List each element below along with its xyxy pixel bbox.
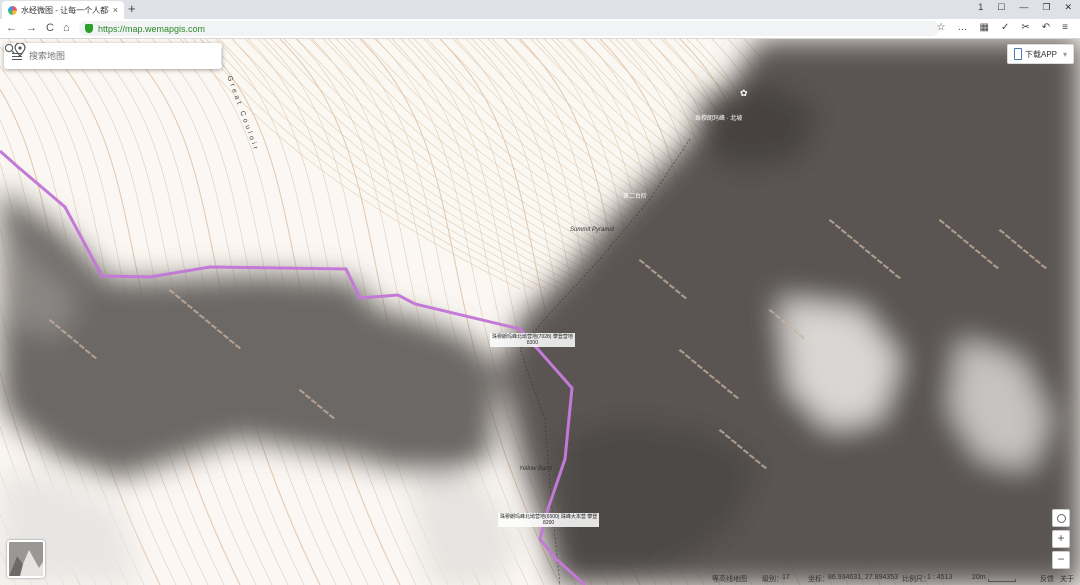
restore-button[interactable]: ❐ [1042,2,1050,13]
location-pin-icon[interactable] [14,43,26,57]
coords-label: 坐标： [808,576,829,583]
locate-icon [1056,514,1066,523]
label-camp-2: 珠穆朗玛峰北坳营地(6500) 珠峰大本营 攀登 8200 [498,513,600,527]
address-bar[interactable]: https://map.wemapgis.com [79,21,939,36]
about-link[interactable]: 关于 [1060,574,1074,584]
map-controls: + − [1052,509,1070,569]
label-yellow-band: Yellow Band [519,466,553,472]
basemap-name[interactable]: 等高线地图 [712,574,747,584]
more-dots-icon[interactable]: … [958,22,968,33]
locate-button[interactable] [1052,509,1070,527]
secure-shield-icon [85,24,93,33]
favorites-icon[interactable]: ✓ [1001,22,1009,33]
camp-2-elevation: 8200 [543,520,555,526]
site-favicon-icon [8,5,17,15]
download-app-button[interactable]: 下载APP ▾ [1007,44,1074,64]
url-text: https://map.wemapgis.com [98,23,206,34]
scale-value: 1 : 4513 [927,574,953,581]
phone-icon [1014,48,1022,60]
window-controls: 1 ☐ — ❐ ✕ [978,2,1072,13]
new-tab-button[interactable]: + [128,1,136,17]
terrain-layer-icon [9,542,43,576]
undo-icon[interactable]: ↶ [1042,22,1050,33]
tab-close-icon[interactable]: × [113,5,118,15]
zoom-in-button[interactable]: + [1052,530,1070,548]
map-render: ✿ [0,39,1080,585]
map-status-bar: 等高线地图 级别： 17 坐标： 86.934631, 27.894353 比例… [0,573,1080,585]
home-button[interactable]: ⌂ [63,21,70,36]
scale-bar-label: 20m [972,574,986,581]
minimize-button[interactable]: — [1019,2,1028,13]
tab-count-icon[interactable]: 1 [978,2,983,13]
bookmark-star-icon[interactable]: ☆ [937,22,946,33]
zoom-out-button[interactable]: − [1052,551,1070,569]
level-label: 级别： [762,576,783,583]
feedback-link[interactable]: 反馈 [1040,574,1054,584]
search-input[interactable] [27,50,221,62]
extensions-grid-icon[interactable]: ▦ [980,22,989,33]
scale-bar [988,579,1016,582]
scale-label: 比例尺： [902,576,930,583]
coords-value: 86.934631, 27.894353 [828,574,899,581]
label-summit-pyramid: Summit Pyramid [570,227,615,233]
label-peak: 珠穆朗玛峰 · 北坡 [695,116,743,122]
browser-menu-icon[interactable]: ≡ [1062,22,1068,33]
scissors-icon[interactable]: ✂ [1021,22,1029,33]
label-ridge: 第二台阶 [623,194,648,200]
close-window-button[interactable]: ✕ [1064,2,1072,13]
forward-button[interactable]: → [26,21,37,36]
browser-toolbar: ← → C ⌂ https://map.wemapgis.com ☆ … ▦ ✓… [0,19,1080,39]
search-divider [221,48,222,64]
map-canvas[interactable]: ✿ Great Couloir Summit Pyramid Yellow Ba… [0,39,1080,585]
reload-button[interactable]: C [46,21,54,36]
browser-tab-bar: 水经微图 - 让每一个人都有地图 × + 1 ☐ — ❐ ✕ [0,0,1080,20]
shirt-icon[interactable]: ☐ [997,2,1005,13]
chevron-down-icon: ▾ [1063,49,1068,59]
tab-title: 水经微图 - 让每一个人都有地图 [21,5,109,15]
label-camp-1: 珠穆朗玛峰北坳营地(7028) 攀登营地 8300 [490,333,575,347]
map-search-box [4,43,222,69]
camp-1-elevation: 8300 [526,340,538,346]
browser-tab[interactable]: 水经微图 - 让每一个人都有地图 × [2,1,124,19]
back-button[interactable]: ← [6,21,17,36]
download-app-label: 下载APP [1025,49,1058,59]
svg-text:✿: ✿ [740,89,748,99]
level-value: 17 [782,574,790,581]
